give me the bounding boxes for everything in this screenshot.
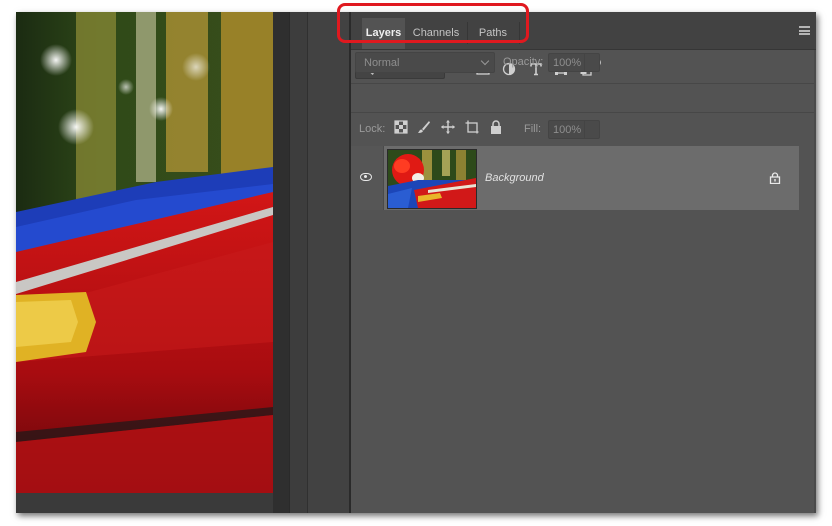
lock-image-icon[interactable]: [417, 120, 431, 134]
eye-icon: [360, 173, 372, 181]
blend-mode-select[interactable]: Normal: [355, 52, 495, 73]
tab-paths[interactable]: Paths: [467, 18, 519, 49]
fill-field[interactable]: 100%: [548, 120, 600, 139]
fill-value: 100%: [553, 124, 582, 136]
divider: [351, 112, 816, 113]
panel-menu-icon[interactable]: [799, 26, 810, 35]
panel-tab-bar: Layers Channels Paths: [351, 12, 816, 50]
canvas-gutter: [273, 12, 289, 513]
document-canvas[interactable]: [16, 12, 273, 493]
opacity-value: 100%: [553, 57, 582, 69]
layer-thumbnail[interactable]: [387, 149, 477, 209]
layer-name[interactable]: Background: [485, 172, 544, 184]
opacity-label: Opacity:: [503, 56, 544, 68]
lock-transparent-icon[interactable]: [394, 120, 408, 134]
collapsed-panel-dock[interactable]: [307, 12, 350, 513]
panel-dock-column: [289, 12, 308, 513]
panel-scrollbar-track[interactable]: [814, 50, 816, 513]
layer-thumbnail-image: [388, 150, 476, 208]
chevron-down-icon: [480, 56, 490, 66]
layers-panel: Layers Channels Paths Kind: [351, 12, 816, 513]
fill-label: Fill:: [524, 123, 542, 135]
fill-dropdown-arrow[interactable]: [584, 121, 599, 138]
divider: [351, 83, 816, 84]
tab-divider: [519, 22, 520, 44]
lock-icon[interactable]: [769, 172, 781, 184]
opacity-field[interactable]: 100%: [548, 53, 600, 72]
lock-position-icon[interactable]: [441, 120, 455, 134]
tab-layers[interactable]: Layers: [362, 18, 405, 49]
tab-channels[interactable]: Channels: [405, 18, 467, 49]
lock-all-icon[interactable]: [489, 120, 503, 134]
canvas-photo: [16, 12, 273, 493]
opacity-dropdown-arrow[interactable]: [584, 54, 599, 71]
lock-artboard-icon[interactable]: [465, 120, 479, 134]
canvas-scroll-area: [16, 493, 273, 513]
layer-visibility-toggle[interactable]: [351, 146, 384, 210]
photoshop-window: Layers Channels Paths Kind: [16, 12, 816, 513]
lock-label: Lock:: [359, 123, 386, 135]
layer-row-background[interactable]: Background: [351, 146, 799, 210]
blend-mode-value: Normal: [364, 57, 400, 69]
